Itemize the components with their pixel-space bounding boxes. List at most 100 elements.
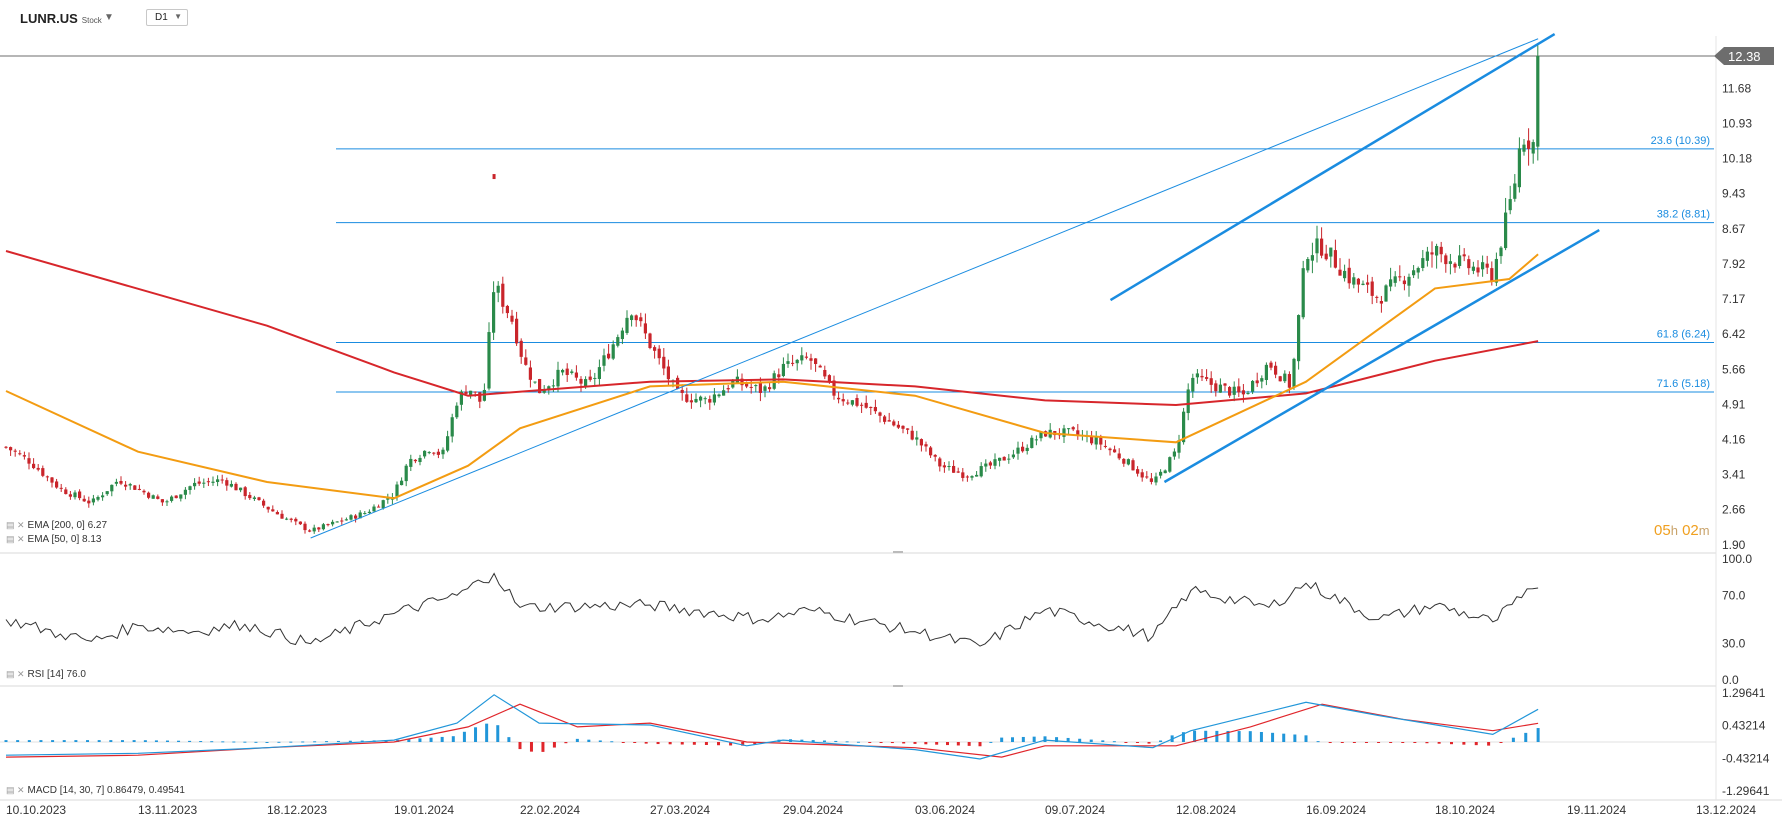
macd-tick-label: -1.29641 [1722, 784, 1770, 798]
macd-histogram-bar [913, 742, 917, 744]
candle-body [1007, 458, 1011, 460]
macd-histogram-bar [1536, 728, 1540, 742]
candle-body [335, 521, 339, 523]
ema200-label: EMA [200, 0] 6.27 [27, 520, 108, 531]
candle-body [197, 481, 201, 484]
candle-body [225, 480, 229, 486]
macd-histogram-bar [598, 740, 602, 742]
macd-histogram-bar [232, 741, 236, 743]
candle-body [901, 425, 905, 429]
candle-body [850, 400, 854, 405]
chevron-down-icon[interactable]: ▼ [104, 12, 114, 23]
settings-icon[interactable]: ▤ ✕ [6, 520, 25, 530]
candle-body [321, 524, 325, 530]
candle-body [1508, 199, 1512, 211]
candle-body [823, 369, 827, 377]
candle-body [124, 484, 128, 487]
trendline-thin [310, 38, 1539, 539]
candle-body [1103, 445, 1107, 447]
candle-body [653, 347, 657, 351]
candle-body [32, 463, 36, 469]
macd-histogram-bar [1011, 737, 1014, 742]
candle-body [1485, 263, 1489, 268]
symbol-label: LUNR.US [20, 11, 78, 26]
candle-body [1297, 315, 1301, 362]
candle-body [1163, 470, 1167, 474]
settings-icon[interactable]: ▤ ✕ [6, 785, 25, 795]
symbol-selector[interactable]: LUNR.US Stock [20, 11, 102, 26]
timeframe-select[interactable]: D1 ▼ [146, 9, 188, 26]
candle-body [110, 484, 114, 492]
candle-body [786, 361, 790, 364]
ema200-legend[interactable]: ▤ ✕ EMA [200, 0] 6.27 [6, 520, 107, 531]
candle-body [1251, 380, 1255, 392]
time-tick-label: 03.06.2024 [915, 803, 975, 817]
macd-histogram-bar [1316, 741, 1320, 743]
candle-body [73, 492, 77, 498]
candle-body [1370, 281, 1374, 296]
macd-histogram-bar [902, 742, 906, 744]
candle-body [607, 353, 611, 359]
macd-tick-label: 1.29641 [1722, 686, 1766, 700]
macd-histogram-bar [62, 740, 66, 742]
candle-body [533, 381, 537, 383]
candle-body [643, 323, 647, 334]
candle-body [1430, 252, 1434, 255]
candle-body [229, 483, 233, 487]
settings-icon[interactable]: ▤ ✕ [6, 534, 25, 544]
candle-body [1407, 276, 1411, 286]
macd-histogram-bar [633, 742, 637, 743]
candle-body [1218, 384, 1222, 393]
settings-icon[interactable]: ▤ ✕ [6, 669, 25, 679]
candle-body [285, 518, 289, 520]
macd-histogram-bar [440, 736, 444, 742]
macd-histogram-bar [610, 741, 614, 743]
candle-body [432, 452, 436, 454]
candle-body [791, 362, 795, 364]
candle-body [427, 452, 431, 454]
candle-body [367, 511, 371, 513]
candle-body [965, 476, 969, 478]
macd-histogram-bar [1101, 740, 1105, 742]
macd-histogram-bar [313, 741, 317, 743]
candle-body [266, 506, 270, 510]
candle-body [91, 498, 95, 503]
candle-body [584, 379, 588, 387]
rsi-legend[interactable]: ▤ ✕ RSI [14] 76.0 [6, 669, 86, 680]
candle-body [781, 363, 785, 377]
candle-body [18, 453, 22, 455]
macd-histogram-bar [97, 740, 101, 742]
candle-body [188, 486, 192, 490]
candle-body [919, 439, 923, 446]
candle-body [96, 496, 100, 500]
candle-body [910, 430, 914, 440]
candle-body [878, 412, 882, 416]
candle-body [271, 509, 275, 512]
candle-body [975, 474, 979, 477]
candle-body [4, 446, 8, 448]
macd-histogram-bar [154, 740, 158, 742]
candle-body [1389, 279, 1393, 287]
time-tick-label: 13.12.2024 [1696, 803, 1756, 817]
macd-tick-label: -0.43214 [1722, 751, 1770, 765]
macd-histogram-bar [692, 742, 696, 745]
candle-body [758, 382, 762, 393]
macd-histogram-bar [1511, 737, 1515, 742]
candle-body [956, 471, 960, 473]
price-chart[interactable]: 11.68 10.93 10.18 9.43 8.67 7.92 7.17 6.42 5.66 4… [0, 0, 1782, 824]
rsi-line [5, 572, 1539, 647]
macd-legend[interactable]: ▤ ✕ MACD [14, 30, 7] 0.86479, 0.49541 [6, 785, 185, 796]
candle-body [1011, 454, 1015, 458]
candle-body [524, 357, 528, 365]
ema50-label: EMA [50, 0] 8.13 [27, 534, 102, 545]
candle-body [1195, 373, 1199, 378]
trendline-upper [1109, 32, 1556, 302]
candle-body [1076, 430, 1080, 435]
candle-body [574, 372, 578, 378]
macd-histogram-bar [74, 740, 78, 742]
time-tick-label: 27.03.2024 [650, 803, 710, 817]
candle-body [1412, 270, 1416, 276]
ema50-legend[interactable]: ▤ ✕ EMA [50, 0] 8.13 [6, 534, 101, 545]
candle-body [1338, 269, 1342, 276]
candle-body [1278, 376, 1282, 382]
